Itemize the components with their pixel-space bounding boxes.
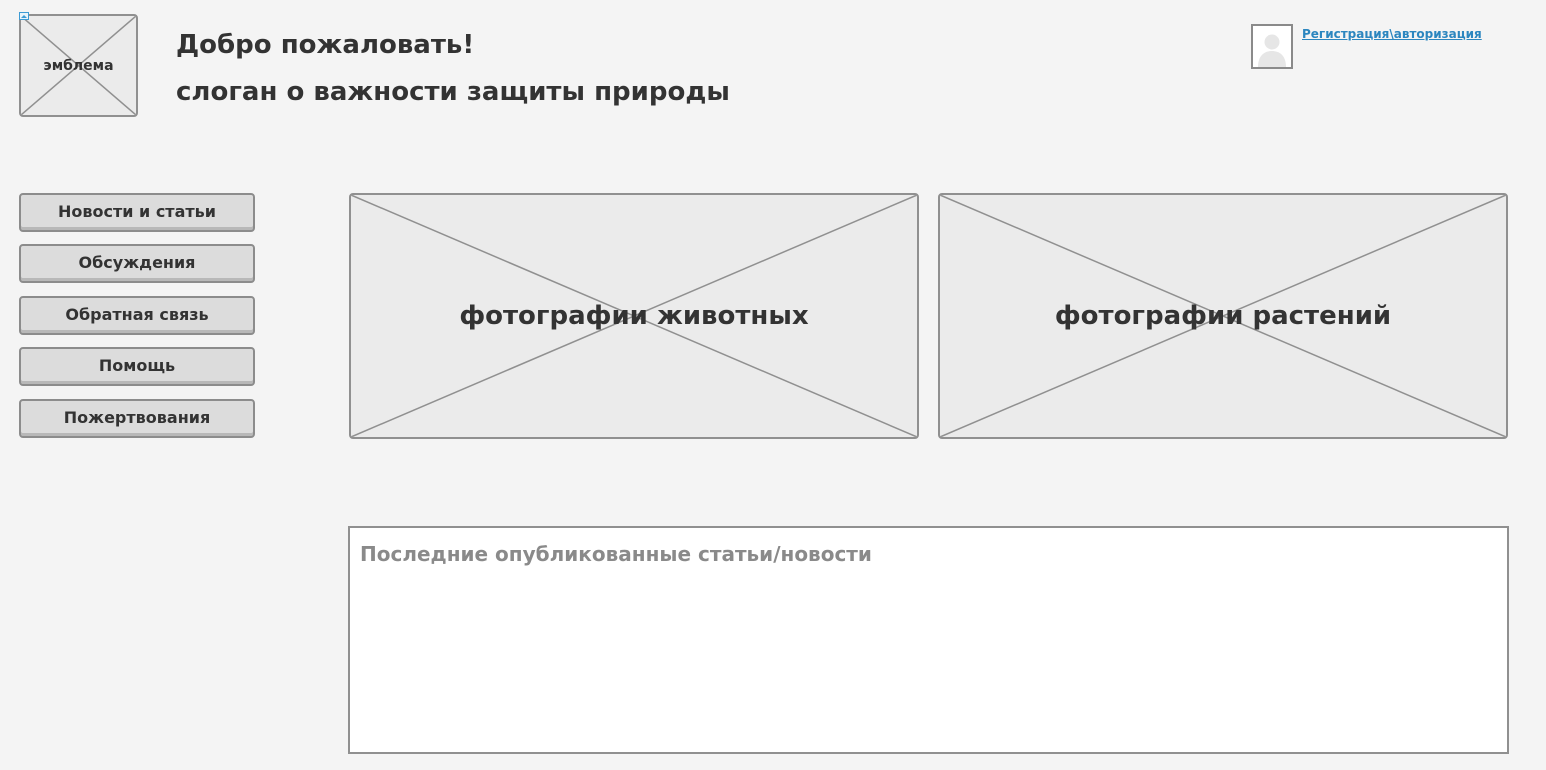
avatar[interactable] [1251,24,1293,69]
image-icon [19,12,29,20]
animals-photo-placeholder[interactable]: фотографии животных [349,193,919,439]
auth-link[interactable]: Регистрация\авторизация [1302,27,1482,41]
latest-news-panel: Последние опубликованные статьи/новости [348,526,1509,754]
logo-placeholder: эмблема [19,14,138,117]
plants-photo-label: фотографии растений [1054,301,1392,331]
nav-button-donations[interactable]: Пожертвования [19,399,255,438]
slogan-heading: слоган о важности защиты природы [176,77,730,107]
nav-button-discussions[interactable]: Обсуждения [19,244,255,283]
plants-photo-placeholder[interactable]: фотографии растений [938,193,1508,439]
animals-photo-label: фотографии животных [459,301,809,331]
latest-news-title: Последние опубликованные статьи/новости [360,542,872,566]
welcome-heading: Добро пожаловать! [176,30,475,60]
nav-button-help[interactable]: Помощь [19,347,255,386]
nav-button-feedback[interactable]: Обратная связь [19,296,255,335]
user-icon [1258,34,1286,67]
nav-button-news[interactable]: Новости и статьи [19,193,255,232]
logo-label: эмблема [43,57,114,74]
